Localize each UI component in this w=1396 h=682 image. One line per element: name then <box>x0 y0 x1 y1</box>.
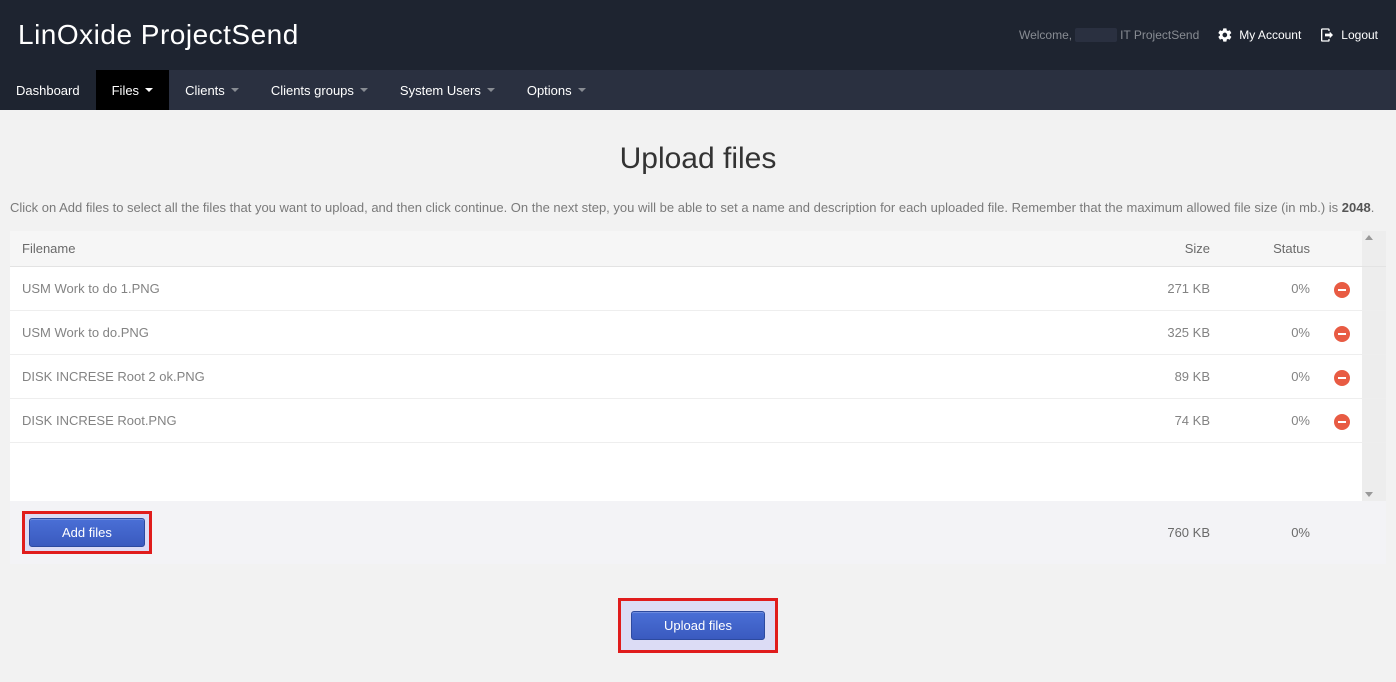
cell-action <box>1322 399 1362 443</box>
upload-table-wrap: Filename Size Status USM Work to do 1.PN… <box>10 231 1386 564</box>
cell-filename: USM Work to do 1.PNG <box>10 267 1122 311</box>
upload-files-highlight: Upload files <box>618 598 778 653</box>
scrollbar-track[interactable] <box>1362 443 1386 501</box>
upload-button-area: Upload files <box>0 598 1396 653</box>
table-row: DISK INCRESE Root 2 ok.PNG89 KB0% <box>10 355 1386 399</box>
footer-total-status: 0% <box>1222 501 1322 564</box>
logout-icon <box>1319 27 1335 43</box>
cell-status: 0% <box>1222 311 1322 355</box>
caret-down-icon <box>145 88 153 92</box>
cell-status: 0% <box>1222 267 1322 311</box>
remove-icon[interactable] <box>1334 282 1350 298</box>
gear-icon <box>1217 27 1233 43</box>
page-title: Upload files <box>0 142 1396 176</box>
cell-status: 0% <box>1222 399 1322 443</box>
main-navbar: Dashboard Files Clients Clients groups S… <box>0 70 1396 110</box>
add-files-highlight: Add files <box>22 511 152 554</box>
col-status: Status <box>1222 231 1322 267</box>
table-header-row: Filename Size Status <box>10 231 1386 267</box>
nav-system-users[interactable]: System Users <box>384 70 511 110</box>
cell-filename: DISK INCRESE Root.PNG <box>10 399 1122 443</box>
cell-action <box>1322 311 1362 355</box>
col-action <box>1322 231 1362 267</box>
remove-icon[interactable] <box>1334 326 1350 342</box>
scrollbar-track[interactable] <box>1362 399 1386 443</box>
upload-files-button[interactable]: Upload files <box>631 611 765 640</box>
logout-link[interactable]: Logout <box>1319 27 1378 43</box>
brand-title: LinOxide ProjectSend <box>18 19 299 51</box>
table-row: USM Work to do.PNG325 KB0% <box>10 311 1386 355</box>
welcome-text: Welcome, .... IT ProjectSend <box>1019 28 1199 42</box>
table-spacer-row <box>10 443 1386 501</box>
cell-size: 271 KB <box>1122 267 1222 311</box>
cell-size: 89 KB <box>1122 355 1222 399</box>
caret-down-icon <box>487 88 495 92</box>
remove-icon[interactable] <box>1334 414 1350 430</box>
instructions-text: Click on Add files to select all the fil… <box>0 200 1396 215</box>
header-right: Welcome, .... IT ProjectSend My Account … <box>1019 27 1378 43</box>
cell-filename: USM Work to do.PNG <box>10 311 1122 355</box>
scrollbar-track[interactable] <box>1362 311 1386 355</box>
caret-down-icon <box>231 88 239 92</box>
nav-files[interactable]: Files <box>96 70 169 110</box>
caret-down-icon <box>578 88 586 92</box>
scrollbar-track[interactable] <box>1362 231 1386 267</box>
footer-total-size: 760 KB <box>1122 501 1222 564</box>
cell-action <box>1322 355 1362 399</box>
table-row: USM Work to do 1.PNG271 KB0% <box>10 267 1386 311</box>
scrollbar-track[interactable] <box>1362 267 1386 311</box>
table-row: DISK INCRESE Root.PNG74 KB0% <box>10 399 1386 443</box>
cell-filename: DISK INCRESE Root 2 ok.PNG <box>10 355 1122 399</box>
scrollbar-track[interactable] <box>1362 355 1386 399</box>
cell-status: 0% <box>1222 355 1322 399</box>
cell-size: 74 KB <box>1122 399 1222 443</box>
scroll-up-icon[interactable] <box>1365 235 1373 240</box>
upload-table: Filename Size Status USM Work to do 1.PN… <box>10 231 1386 564</box>
cell-action <box>1322 267 1362 311</box>
cell-size: 325 KB <box>1122 311 1222 355</box>
add-files-button[interactable]: Add files <box>29 518 145 547</box>
nav-dashboard[interactable]: Dashboard <box>0 70 96 110</box>
caret-down-icon <box>360 88 368 92</box>
table-footer-row: Add files 760 KB 0% <box>10 501 1386 564</box>
scroll-down-icon[interactable] <box>1365 492 1373 497</box>
col-size: Size <box>1122 231 1222 267</box>
nav-clients-groups[interactable]: Clients groups <box>255 70 384 110</box>
remove-icon[interactable] <box>1334 370 1350 386</box>
footer-actions: Add files <box>10 501 1122 564</box>
nav-options[interactable]: Options <box>511 70 602 110</box>
nav-clients[interactable]: Clients <box>169 70 255 110</box>
col-filename: Filename <box>10 231 1122 267</box>
top-header: LinOxide ProjectSend Welcome, .... IT Pr… <box>0 0 1396 70</box>
username-obscured: .... <box>1075 28 1116 42</box>
my-account-link[interactable]: My Account <box>1217 27 1301 43</box>
